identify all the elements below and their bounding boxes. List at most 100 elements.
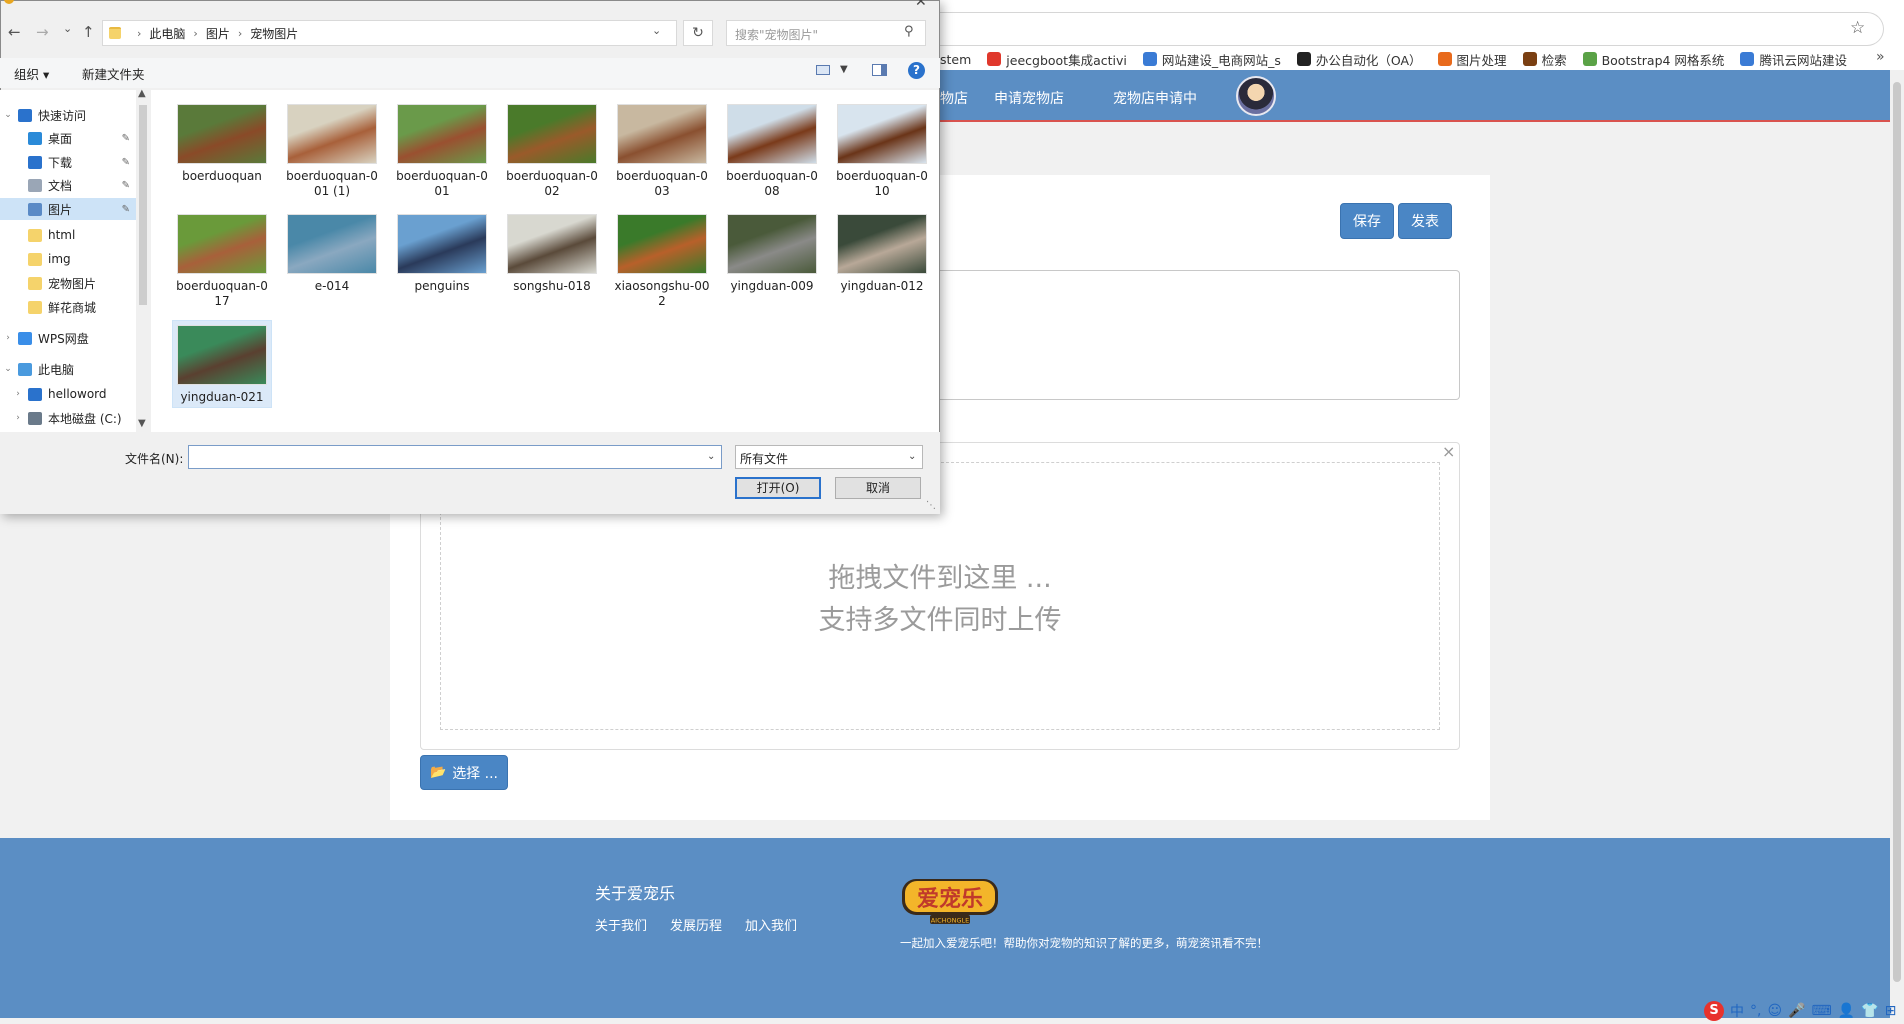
page-scrollbar-thumb[interactable] bbox=[1893, 82, 1901, 982]
scroll-down-icon[interactable]: ▼ bbox=[138, 418, 146, 429]
file-item[interactable]: xiaosongshu-002 bbox=[612, 210, 712, 311]
dialog-search-input[interactable]: 搜索"宠物图片" bbox=[726, 20, 926, 46]
bookmark-item[interactable]: 网站建设_电商网站_s bbox=[1142, 50, 1281, 69]
file-type-dropdown-icon[interactable]: ⌄ bbox=[908, 451, 916, 462]
tray-item-icon[interactable]: S bbox=[1704, 1001, 1724, 1021]
view-dropdown-icon[interactable]: ▼ bbox=[840, 64, 848, 75]
file-item[interactable]: yingduan-009 bbox=[722, 210, 822, 296]
tray-item-icon[interactable]: ☺ bbox=[1767, 1003, 1782, 1019]
breadcrumb-this-pc[interactable]: 此电脑 bbox=[149, 25, 185, 42]
footer-link-about[interactable]: 关于我们 bbox=[595, 915, 647, 934]
choose-file-button[interactable]: 📂 选择 ... bbox=[420, 755, 508, 790]
nav-pane-item[interactable]: 文档 ✎ bbox=[0, 174, 136, 196]
file-item[interactable]: boerduoquan-001 bbox=[392, 100, 492, 201]
address-bar[interactable] bbox=[940, 12, 1884, 46]
file-item[interactable]: e-014 bbox=[282, 210, 382, 296]
scroll-up-icon[interactable]: ▲ bbox=[138, 88, 146, 99]
up-arrow-icon[interactable]: ↑ bbox=[82, 23, 95, 41]
bookmarks-more-icon[interactable]: » bbox=[1876, 49, 1885, 65]
bookmark-item[interactable]: 检索 bbox=[1522, 50, 1567, 69]
dialog-address-bar[interactable]: › 此电脑 › 图片 › 宠物图片 bbox=[102, 20, 677, 46]
footer-link-history[interactable]: 发展历程 bbox=[670, 915, 722, 934]
new-folder-button[interactable]: 新建文件夹 bbox=[82, 64, 145, 83]
nav-pane-item[interactable]: 图片 ✎ bbox=[0, 198, 136, 220]
bookmark-item[interactable]: 图片处理 bbox=[1437, 50, 1507, 69]
nav-pane-item[interactable]: › WPS网盘 bbox=[0, 327, 136, 349]
file-type-select[interactable]: 所有文件 bbox=[735, 445, 923, 469]
expand-arrow-icon[interactable]: ⌄ bbox=[2, 364, 14, 374]
expand-arrow-icon[interactable]: › bbox=[12, 389, 24, 399]
nav-pane-scrollbar-thumb[interactable] bbox=[139, 105, 147, 305]
file-item[interactable]: yingduan-021 bbox=[172, 320, 272, 408]
file-item[interactable]: boerduoquan-010 bbox=[832, 100, 932, 201]
nav-pane-item[interactable]: 鲜花商城 bbox=[0, 296, 136, 318]
user-avatar[interactable] bbox=[1236, 76, 1276, 116]
nav-pane-item[interactable]: › helloword bbox=[0, 383, 136, 405]
nav-pane-item[interactable]: 宠物图片 bbox=[0, 272, 136, 294]
tray-item-icon[interactable]: ⌨ bbox=[1812, 1003, 1832, 1019]
footer-link-join[interactable]: 加入我们 bbox=[745, 915, 797, 934]
pin-icon[interactable]: ✎ bbox=[122, 157, 130, 168]
change-view-icon[interactable] bbox=[816, 65, 830, 75]
organize-menu[interactable]: 组织 ▾ bbox=[14, 64, 49, 83]
back-arrow-icon[interactable]: ← bbox=[8, 23, 21, 41]
file-item[interactable]: boerduoquan-002 bbox=[502, 100, 602, 201]
bookmark-item[interactable]: Bootstrap4 网格系统 bbox=[1582, 50, 1724, 69]
bookmark-item[interactable]: jeecgboot集成activi bbox=[987, 50, 1127, 69]
save-button[interactable]: 保存 bbox=[1340, 203, 1394, 239]
tray-item-icon[interactable]: 🎤 bbox=[1788, 1003, 1805, 1019]
file-item[interactable]: boerduoquan-003 bbox=[612, 100, 712, 201]
tray-item-icon[interactable]: °, bbox=[1750, 1003, 1761, 1019]
pin-icon[interactable]: ✎ bbox=[122, 133, 130, 144]
file-item[interactable]: boerduoquan bbox=[172, 100, 272, 186]
nav-pane-item[interactable]: html bbox=[0, 224, 136, 246]
expand-arrow-icon[interactable]: ⌄ bbox=[2, 110, 14, 120]
help-icon[interactable]: ? bbox=[908, 62, 925, 79]
open-button[interactable]: 打开(O) bbox=[735, 477, 821, 499]
tray-item-icon[interactable]: 👤 bbox=[1838, 1003, 1855, 1019]
file-item[interactable]: boerduoquan-001 (1) bbox=[282, 100, 382, 201]
file-item[interactable]: penguins bbox=[392, 210, 492, 296]
bookmark-item[interactable]: stem bbox=[940, 52, 971, 67]
bookmark-item[interactable]: 办公自动化（OA） bbox=[1296, 50, 1422, 69]
search-icon[interactable]: ⚲ bbox=[904, 24, 914, 39]
expand-arrow-icon[interactable]: › bbox=[12, 413, 24, 423]
tray-item-icon[interactable]: 中 bbox=[1730, 1001, 1744, 1021]
file-name: boerduoquan-008 bbox=[726, 169, 818, 198]
address-dropdown-icon[interactable]: ⌄ bbox=[652, 24, 661, 37]
dialog-close-icon[interactable]: ✕ bbox=[915, 0, 927, 10]
resize-grip-icon[interactable]: ⋱ bbox=[926, 500, 936, 511]
nav-link-apply-store[interactable]: 申请宠物店 bbox=[994, 88, 1064, 108]
bookmark-star-icon[interactable]: ☆ bbox=[1850, 18, 1865, 38]
breadcrumb-pictures[interactable]: 图片 bbox=[206, 25, 230, 42]
pin-icon[interactable]: ✎ bbox=[122, 204, 130, 215]
recent-locations-icon[interactable]: ⌄ bbox=[63, 22, 72, 35]
cancel-button[interactable]: 取消 bbox=[835, 477, 921, 499]
file-item[interactable]: boerduoquan-008 bbox=[722, 100, 822, 201]
nav-pane-item[interactable]: ⌄ 快速访问 bbox=[0, 104, 136, 126]
expand-arrow-icon[interactable]: › bbox=[2, 333, 14, 343]
bookmark-item[interactable]: 腾讯云网站建设 bbox=[1740, 50, 1847, 69]
content-textarea[interactable] bbox=[940, 270, 1460, 400]
filename-dropdown-icon[interactable]: ⌄ bbox=[707, 451, 715, 462]
file-item[interactable]: songshu-018 bbox=[502, 210, 602, 296]
forward-arrow-icon[interactable]: → bbox=[36, 23, 49, 41]
nav-pane-item[interactable]: 下载 ✎ bbox=[0, 151, 136, 173]
tray-item-icon[interactable]: ⊞ bbox=[1885, 1003, 1897, 1019]
preview-pane-icon[interactable] bbox=[872, 64, 887, 76]
nav-pane-item[interactable]: 桌面 ✎ bbox=[0, 127, 136, 149]
nav-link-pet-store[interactable]: 物店 bbox=[940, 88, 968, 108]
nav-pane-item[interactable]: › 本地磁盘 (C:) bbox=[0, 407, 136, 429]
publish-button[interactable]: 发表 bbox=[1398, 203, 1452, 239]
breadcrumb-pet-pictures[interactable]: 宠物图片 bbox=[250, 25, 298, 42]
file-item[interactable]: boerduoquan-017 bbox=[172, 210, 272, 311]
pin-icon[interactable]: ✎ bbox=[122, 180, 130, 191]
file-item[interactable]: yingduan-012 bbox=[832, 210, 932, 296]
nav-pane-item[interactable]: ⌄ 此电脑 bbox=[0, 358, 136, 380]
nav-pane-item[interactable]: img bbox=[0, 248, 136, 270]
tray-item-icon[interactable]: 👕 bbox=[1861, 1003, 1878, 1019]
upload-close-icon[interactable]: × bbox=[1442, 442, 1455, 461]
nav-link-applying[interactable]: 宠物店申请中 bbox=[1113, 88, 1197, 108]
refresh-icon[interactable]: ↻ bbox=[683, 20, 713, 46]
filename-input[interactable] bbox=[188, 445, 722, 469]
